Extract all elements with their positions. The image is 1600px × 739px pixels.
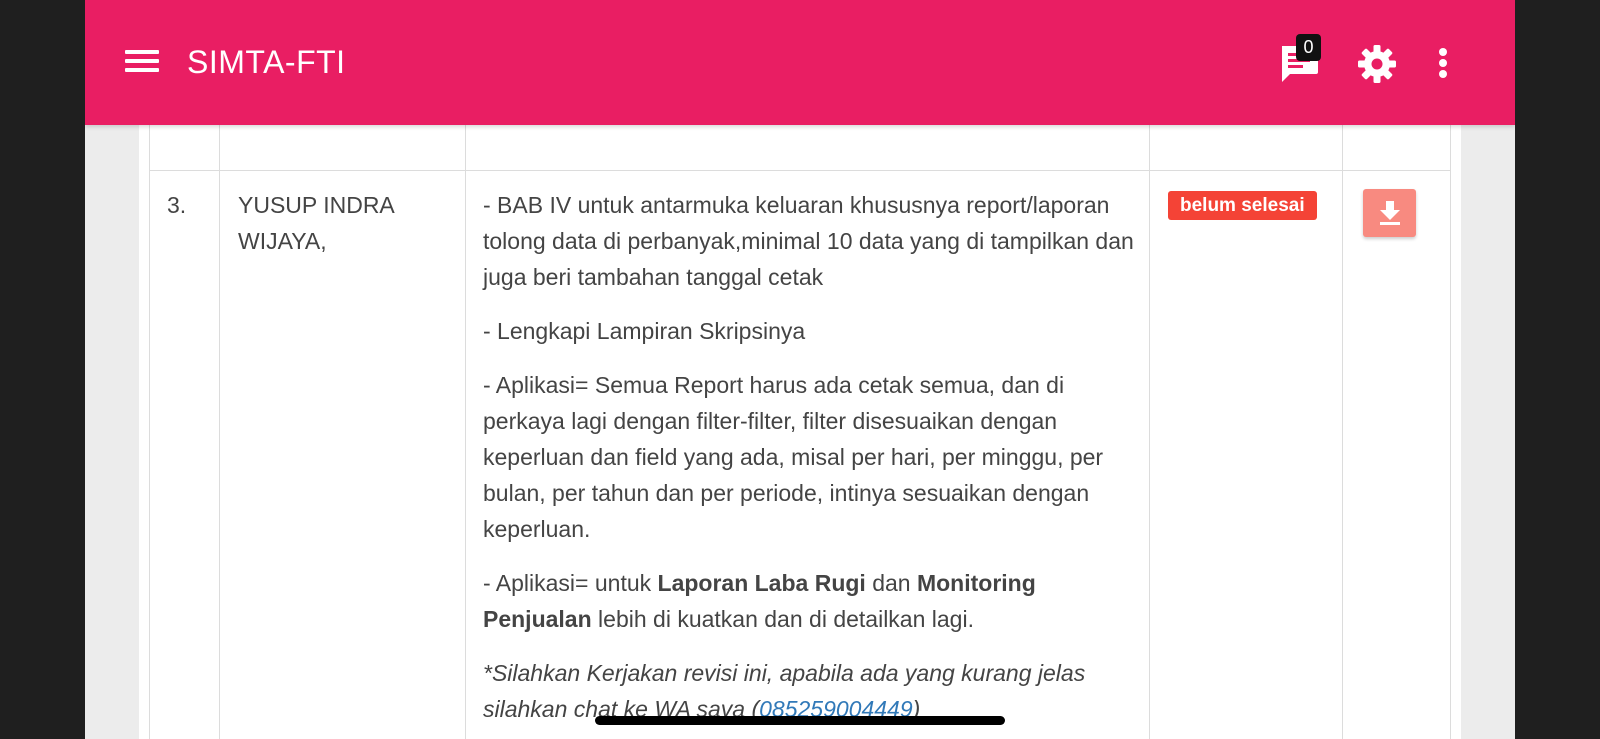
note-text: lebih di kuatkan dan di detailkan lagi. <box>591 606 974 632</box>
note-text: dan <box>865 570 917 596</box>
app-title: SIMTA-FTI <box>187 44 346 80</box>
download-button[interactable] <box>1363 189 1416 237</box>
note-item: - Lengkapi Lampiran Skripsinya <box>483 318 806 344</box>
home-indicator[interactable] <box>595 716 1005 725</box>
revision-notes: - BAB IV untuk antarmuka keluaran khusus… <box>483 187 1143 739</box>
message-count-badge: 0 <box>1296 34 1321 61</box>
gear-icon <box>1358 45 1396 83</box>
status-badge: belum selesai <box>1168 191 1317 220</box>
note-bold-text: Laporan Laba Rugi <box>657 570 866 596</box>
table-row-divider <box>149 170 1451 171</box>
app-window: 3. YUSUP INDRA WIJAYA, - BAB IV untuk an… <box>85 0 1515 739</box>
download-icon <box>1380 201 1400 225</box>
row-number: 3. <box>167 192 187 218</box>
note-item: - BAB IV untuk antarmuka keluaran khusus… <box>483 192 1134 290</box>
more-vert-icon[interactable] <box>1437 46 1449 80</box>
student-name: YUSUP INDRA WIJAYA, <box>238 192 394 254</box>
note-item: - Aplikasi= untuk Laporan Laba Rugi dan … <box>483 565 1143 637</box>
settings-button[interactable] <box>1357 44 1397 84</box>
app-bar: SIMTA-FTI 0 <box>85 0 1515 125</box>
note-item: - Aplikasi= Semua Report harus ada cetak… <box>483 372 1104 542</box>
note-text: - Aplikasi= untuk <box>483 570 658 596</box>
menu-icon[interactable] <box>125 48 159 74</box>
